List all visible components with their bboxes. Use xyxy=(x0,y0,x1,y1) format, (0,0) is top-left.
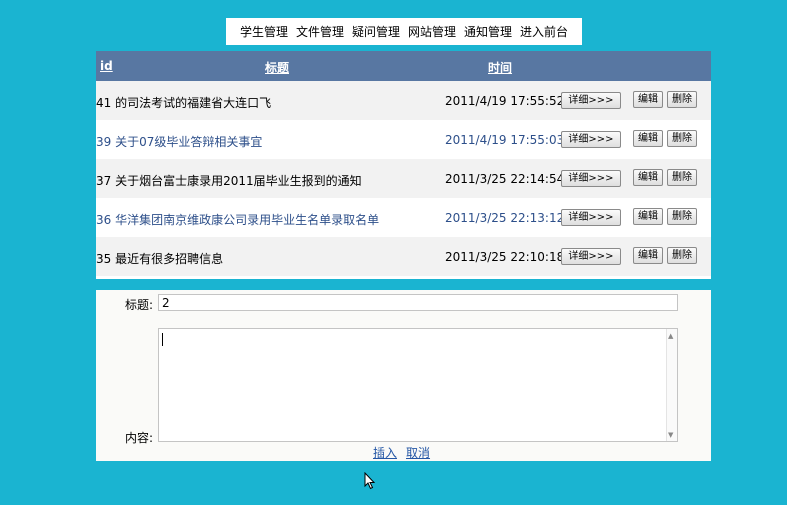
table-row: 35 最近有很多招聘信息 2011/3/25 22:10:18 详细>>> 编辑… xyxy=(96,237,711,276)
edit-button[interactable]: 编辑 xyxy=(633,130,663,147)
nav-site-management[interactable]: 网站管理 xyxy=(408,23,456,40)
detail-button[interactable]: 详细>>> xyxy=(561,92,621,109)
notice-table: id 标题 时间 41 的司法考试的福建省大连口飞 2011/4/19 17:5… xyxy=(96,51,711,279)
insert-button[interactable]: 插入 xyxy=(373,444,397,461)
row-title: 39 关于07级毕业答辩相关事宜 xyxy=(96,135,263,149)
notice-form: 标题: ▲ ▼ 内容: 插入 取消 xyxy=(96,290,711,461)
mouse-cursor-icon xyxy=(364,472,376,490)
nav-question-management[interactable]: 疑问管理 xyxy=(352,23,400,40)
delete-button[interactable]: 删除 xyxy=(667,130,697,147)
nav-file-management[interactable]: 文件管理 xyxy=(296,23,344,40)
table-header: id 标题 时间 xyxy=(96,51,711,81)
scroll-down-arrow-icon[interactable]: ▼ xyxy=(668,431,673,439)
row-time: 2011/4/19 17:55:52 xyxy=(445,94,565,108)
textarea-scrollbar[interactable]: ▲ ▼ xyxy=(666,329,677,441)
detail-button[interactable]: 详细>>> xyxy=(561,131,621,148)
edit-button[interactable]: 编辑 xyxy=(633,91,663,108)
title-input[interactable] xyxy=(158,294,678,311)
table-row: 39 关于07级毕业答辩相关事宜 2011/4/19 17:55:03 详细>>… xyxy=(96,120,711,159)
title-label: 标题: xyxy=(125,298,154,312)
content-label: 内容: xyxy=(125,431,154,445)
edit-button[interactable]: 编辑 xyxy=(633,247,663,264)
row-title: 36 华洋集团南京维政康公司录用毕业生名单录取名单 xyxy=(96,213,380,227)
column-header-id[interactable]: id xyxy=(100,59,113,73)
column-header-time[interactable]: 时间 xyxy=(488,59,512,76)
detail-button[interactable]: 详细>>> xyxy=(561,209,621,226)
column-header-title[interactable]: 标题 xyxy=(265,59,289,76)
table-row: 41 的司法考试的福建省大连口飞 2011/4/19 17:55:52 详细>>… xyxy=(96,81,711,120)
scroll-up-arrow-icon[interactable]: ▲ xyxy=(668,332,673,340)
row-time: 2011/3/25 22:13:12 xyxy=(445,211,565,225)
nav-enter-frontend[interactable]: 进入前台 xyxy=(520,23,568,40)
delete-button[interactable]: 删除 xyxy=(667,169,697,186)
row-time: 2011/3/25 22:14:54 xyxy=(445,172,565,186)
row-title: 41 的司法考试的福建省大连口飞 xyxy=(96,96,272,110)
table-row: 37 关于烟台富士康录用2011届毕业生报到的通知 2011/3/25 22:1… xyxy=(96,159,711,198)
row-time: 2011/4/19 17:55:03 xyxy=(445,133,565,147)
detail-button[interactable]: 详细>>> xyxy=(561,170,621,187)
row-title: 35 最近有很多招聘信息 xyxy=(96,252,224,266)
detail-button[interactable]: 详细>>> xyxy=(561,248,621,265)
nav-student-management[interactable]: 学生管理 xyxy=(240,23,288,40)
cancel-button[interactable]: 取消 xyxy=(406,444,430,461)
row-time: 2011/3/25 22:10:18 xyxy=(445,250,565,264)
table-row: 36 华洋集团南京维政康公司录用毕业生名单录取名单 2011/3/25 22:1… xyxy=(96,198,711,237)
delete-button[interactable]: 删除 xyxy=(667,91,697,108)
nav-notice-management[interactable]: 通知管理 xyxy=(464,23,512,40)
text-caret xyxy=(162,333,163,346)
delete-button[interactable]: 删除 xyxy=(667,208,697,225)
edit-button[interactable]: 编辑 xyxy=(633,169,663,186)
top-navigation: 学生管理 文件管理 疑问管理 网站管理 通知管理 进入前台 xyxy=(226,18,582,45)
edit-button[interactable]: 编辑 xyxy=(633,208,663,225)
content-textarea[interactable]: ▲ ▼ xyxy=(158,328,678,442)
row-title: 37 关于烟台富士康录用2011届毕业生报到的通知 xyxy=(96,174,362,188)
delete-button[interactable]: 删除 xyxy=(667,247,697,264)
